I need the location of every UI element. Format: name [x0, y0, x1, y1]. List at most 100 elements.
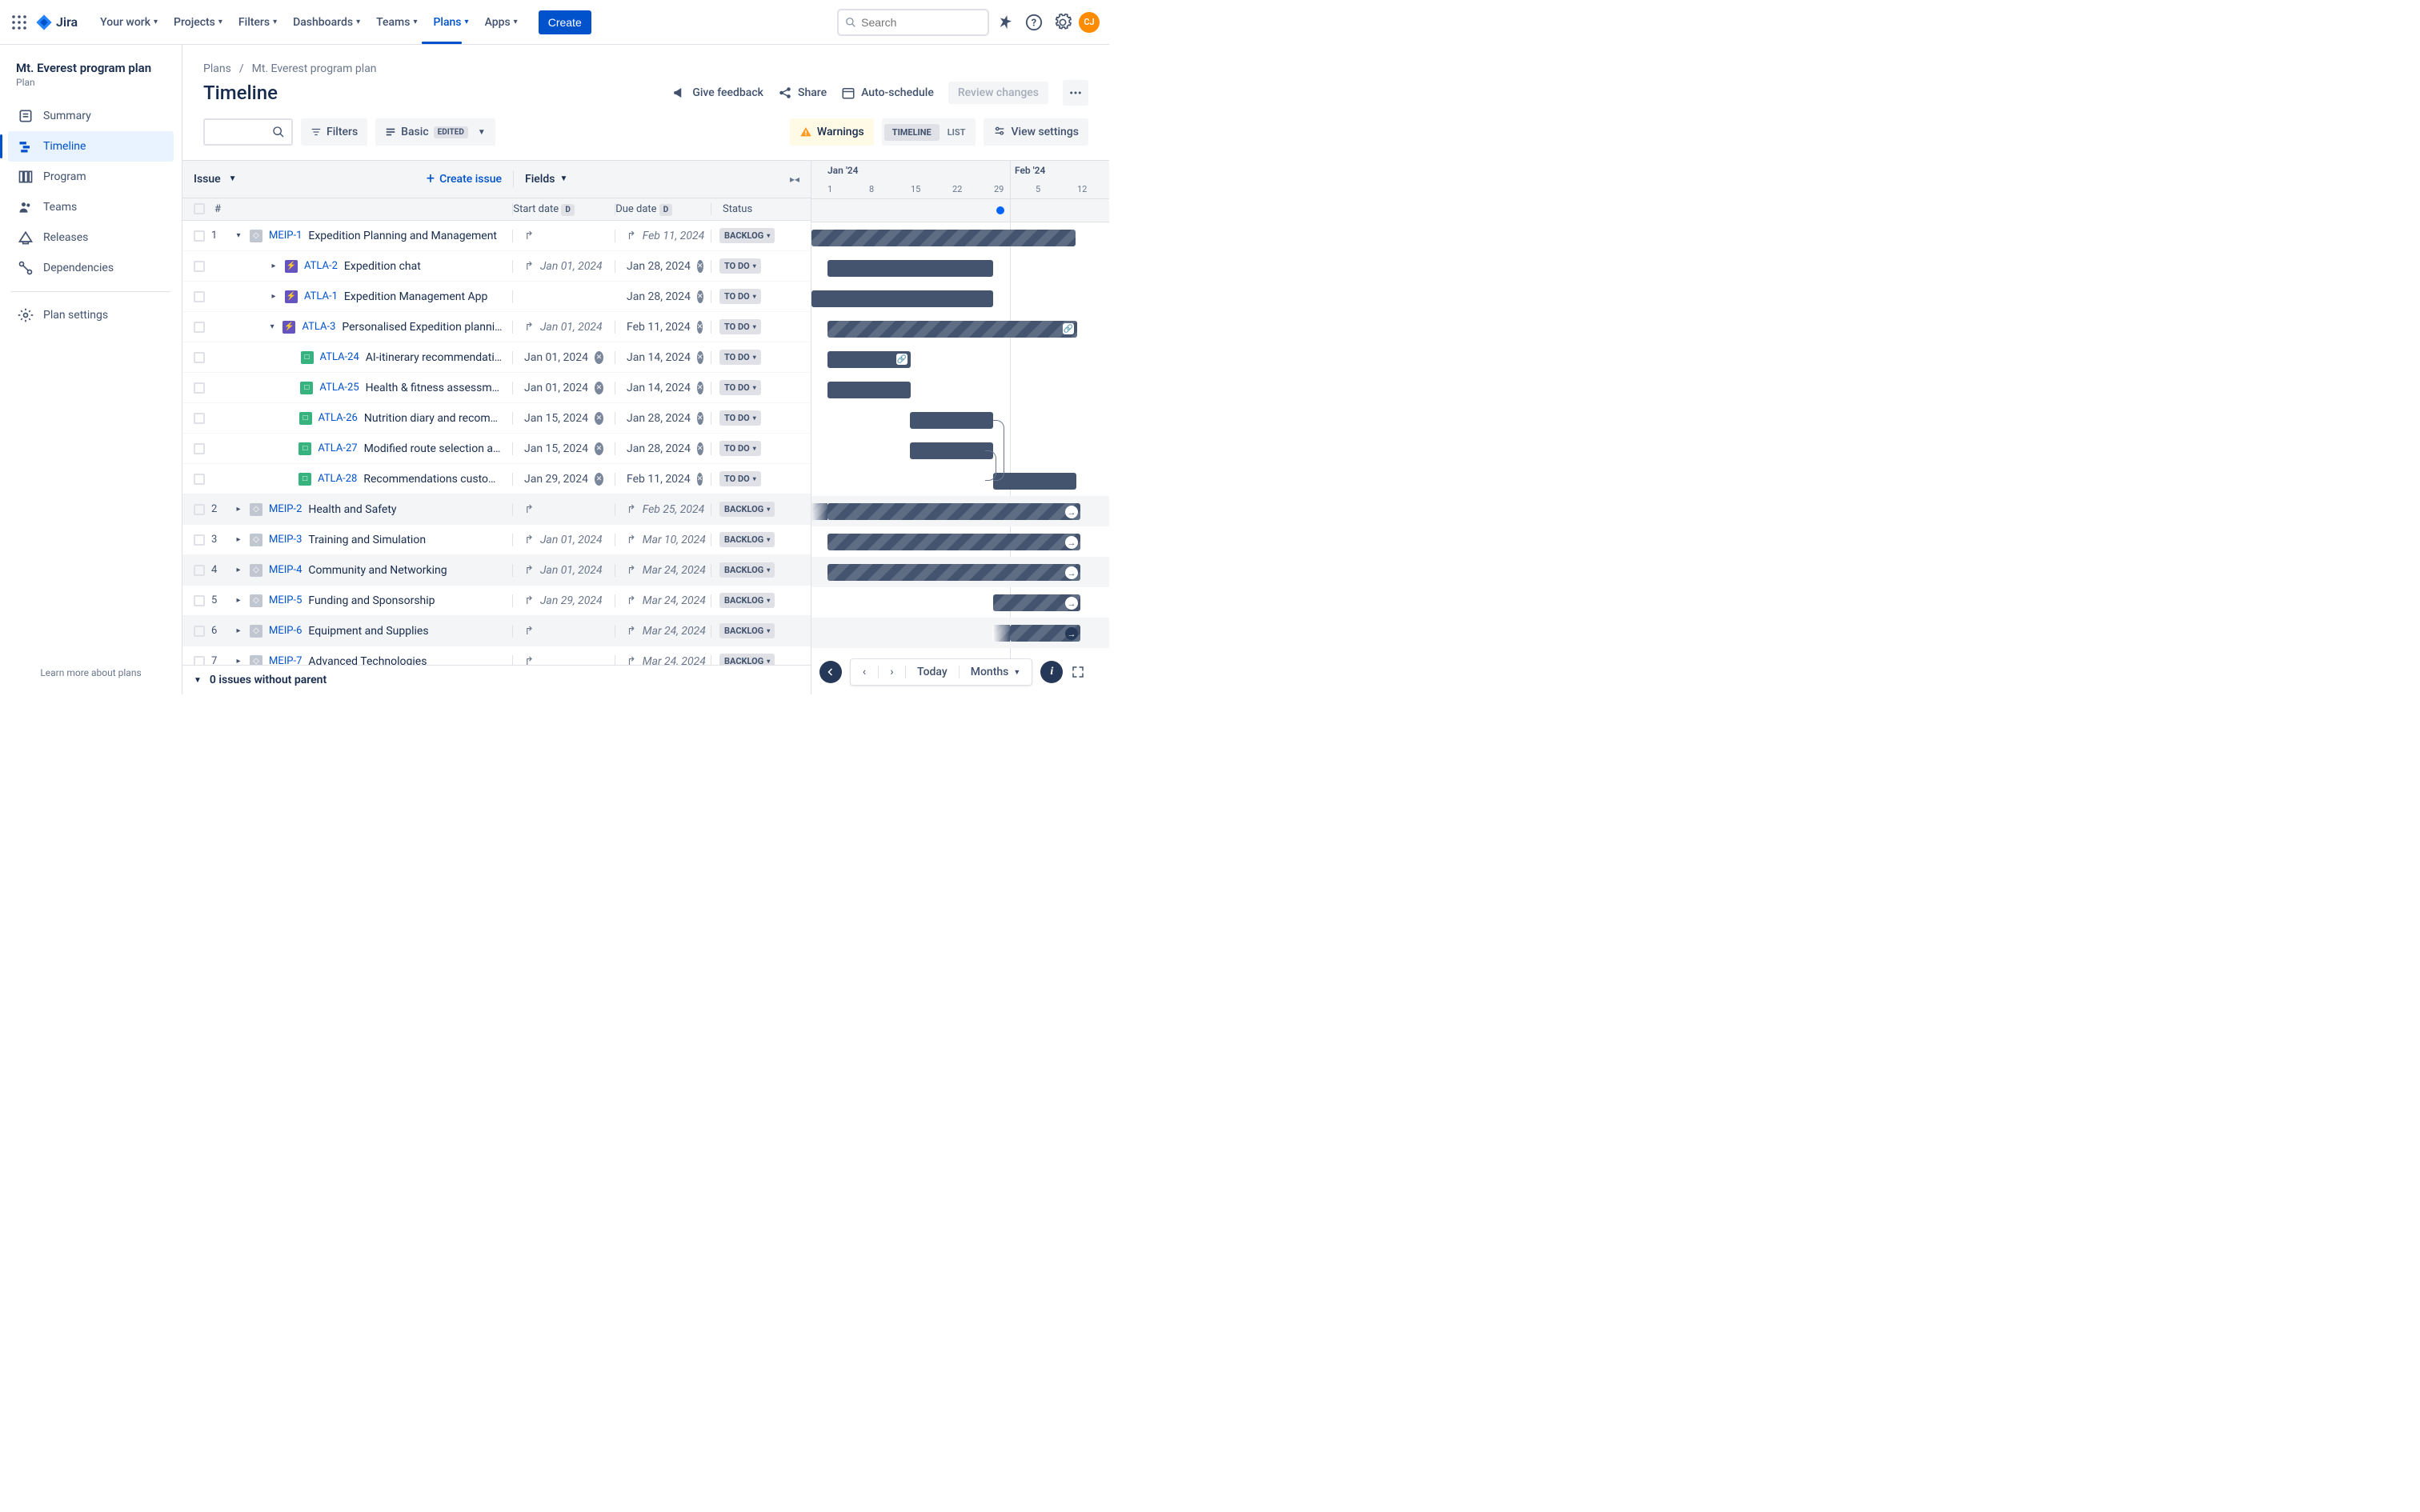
sidebar-item-releases[interactable]: Releases — [8, 222, 174, 253]
warnings-button[interactable]: Warnings — [790, 118, 874, 146]
issue-key[interactable]: ATLA-28 — [318, 473, 357, 485]
timeline-bar[interactable] — [910, 442, 993, 459]
row-checkbox[interactable] — [194, 230, 205, 242]
collapse-columns-icon[interactable]: ▸◂ — [790, 174, 799, 185]
expand-toggle[interactable]: ▸ — [269, 262, 278, 270]
issue-row[interactable]: □ATLA-26Nutrition diary and recommen…Jan… — [182, 403, 811, 434]
share-button[interactable]: Share — [778, 86, 827, 100]
zoom-level-dropdown[interactable]: Months ▼ — [959, 666, 1032, 678]
clear-icon[interactable]: ✕ — [595, 382, 603, 394]
sidebar-item-dependencies[interactable]: Dependencies — [8, 253, 174, 283]
sidebar-item-plan-settings[interactable]: Plan settings — [8, 300, 174, 330]
issue-key[interactable]: ATLA-3 — [302, 321, 335, 333]
row-checkbox[interactable] — [194, 261, 205, 272]
fields-dropdown[interactable]: Fields — [525, 173, 555, 186]
issue-row[interactable]: □ATLA-27Modified route selection accor…J… — [182, 434, 811, 464]
issue-row[interactable]: 2▸◇MEIP-2Health and Safety↱↱Feb 25, 2024… — [182, 494, 811, 525]
sidebar-item-timeline[interactable]: Timeline — [8, 131, 174, 162]
timeline-bar[interactable] — [811, 290, 993, 307]
create-button[interactable]: Create — [539, 10, 591, 34]
list-toggle[interactable]: LIST — [940, 124, 974, 141]
clear-icon[interactable]: ✕ — [595, 442, 603, 455]
info-button[interactable]: i — [1040, 661, 1063, 683]
fullscreen-button[interactable] — [1071, 665, 1085, 679]
status-lozenge[interactable]: BACKLOG ▾ — [719, 623, 775, 638]
nav-filters[interactable]: Filters ▾ — [230, 11, 285, 34]
global-search[interactable] — [837, 9, 989, 36]
expand-toggle[interactable]: ▸ — [234, 505, 243, 514]
create-issue-button[interactable]: + Create issue — [427, 170, 502, 187]
issue-row[interactable]: □ATLA-28Recommendations customizat…Jan 2… — [182, 464, 811, 494]
timeline-bar[interactable] — [910, 412, 993, 429]
issue-column-header[interactable]: Issue — [194, 173, 221, 186]
issue-row[interactable]: ▾⚡ATLA-3Personalised Expedition planning… — [182, 312, 811, 342]
row-checkbox[interactable] — [194, 443, 205, 454]
user-avatar[interactable]: CJ — [1079, 12, 1100, 33]
timeline-bar[interactable]: 🔗 — [827, 321, 1077, 338]
clear-icon[interactable]: ✕ — [595, 351, 603, 364]
timeline-row[interactable]: → — [811, 496, 1109, 526]
issue-key[interactable]: MEIP-2 — [269, 503, 302, 515]
scroll-left-button[interactable] — [819, 661, 842, 683]
status-lozenge[interactable]: TO DO ▾ — [719, 471, 761, 486]
row-checkbox[interactable] — [194, 322, 205, 333]
view-settings-button[interactable]: View settings — [984, 118, 1088, 146]
row-checkbox[interactable] — [194, 352, 205, 363]
row-checkbox[interactable] — [194, 626, 205, 637]
row-checkbox[interactable] — [194, 291, 205, 302]
next-period-button[interactable]: › — [878, 666, 905, 678]
timeline-row[interactable] — [811, 435, 1109, 466]
expand-toggle[interactable]: ▸ — [234, 596, 243, 605]
timeline-row[interactable]: → — [811, 587, 1109, 618]
status-lozenge[interactable]: TO DO ▾ — [719, 410, 761, 426]
issue-row[interactable]: 3▸◇MEIP-3Training and Simulation↱Jan 01,… — [182, 525, 811, 555]
row-checkbox[interactable] — [194, 474, 205, 485]
row-checkbox[interactable] — [194, 534, 205, 546]
issue-row[interactable]: □ATLA-24AI-itinerary recommendationJan 0… — [182, 342, 811, 373]
issue-row[interactable]: 5▸◇MEIP-5Funding and Sponsorship↱Jan 29,… — [182, 586, 811, 616]
issue-key[interactable]: MEIP-3 — [269, 534, 302, 546]
row-checkbox[interactable] — [194, 656, 205, 665]
issue-row[interactable]: □ATLA-25Health & fitness assessmentJan 0… — [182, 373, 811, 403]
basic-filter-button[interactable]: Basic EDITED ▼ — [375, 118, 495, 146]
clear-icon[interactable]: ✕ — [595, 473, 603, 486]
clear-icon[interactable]: ✕ — [697, 260, 703, 273]
issue-key[interactable]: ATLA-27 — [318, 442, 357, 454]
timeline-bar[interactable]: → — [1010, 625, 1080, 642]
timeline-bar[interactable]: → — [827, 503, 1080, 520]
due-date-header[interactable]: Due date — [615, 203, 656, 215]
jira-logo[interactable]: Jira — [35, 14, 78, 31]
timeline-row[interactable]: 🔗 — [811, 314, 1109, 344]
clear-icon[interactable]: ✕ — [595, 412, 603, 425]
nav-projects[interactable]: Projects ▾ — [166, 11, 230, 34]
start-date-header[interactable]: Start date — [513, 203, 559, 215]
row-checkbox[interactable] — [194, 595, 205, 606]
timeline-row[interactable] — [811, 222, 1109, 253]
sidebar-footer-link[interactable]: Learn more about plans — [8, 659, 174, 686]
expand-toggle[interactable]: ▸ — [234, 626, 243, 635]
filters-button[interactable]: Filters — [301, 118, 367, 146]
issue-key[interactable]: MEIP-5 — [269, 594, 302, 606]
timeline-row[interactable] — [811, 253, 1109, 283]
expand-toggle[interactable]: ▸ — [234, 566, 243, 574]
timeline-row[interactable]: → — [811, 526, 1109, 557]
expand-toggle[interactable]: ▸ — [269, 292, 278, 301]
clear-icon[interactable]: ✕ — [697, 442, 703, 455]
issue-row[interactable]: 1▾◇MEIP-1Expedition Planning and Managem… — [182, 221, 811, 251]
issue-key[interactable]: MEIP-6 — [269, 625, 302, 637]
issue-key[interactable]: MEIP-7 — [269, 655, 302, 665]
nav-plans[interactable]: Plans ▾ — [425, 11, 476, 34]
issue-key[interactable]: MEIP-1 — [269, 230, 302, 242]
timeline-row[interactable]: 🔗 — [811, 344, 1109, 374]
sidebar-item-teams[interactable]: Teams — [8, 192, 174, 222]
clear-icon[interactable]: ✕ — [697, 290, 703, 303]
expand-toggle[interactable]: ▾ — [268, 322, 277, 331]
timeline-row[interactable] — [811, 405, 1109, 435]
issue-key[interactable]: ATLA-1 — [304, 290, 338, 302]
clear-icon[interactable]: ✕ — [697, 473, 703, 486]
app-switcher-icon[interactable] — [10, 13, 29, 32]
status-header[interactable]: Status — [723, 203, 752, 215]
sidebar-item-program[interactable]: Program — [8, 162, 174, 192]
auto-schedule-button[interactable]: Auto-schedule — [841, 86, 934, 100]
row-checkbox[interactable] — [194, 565, 205, 576]
